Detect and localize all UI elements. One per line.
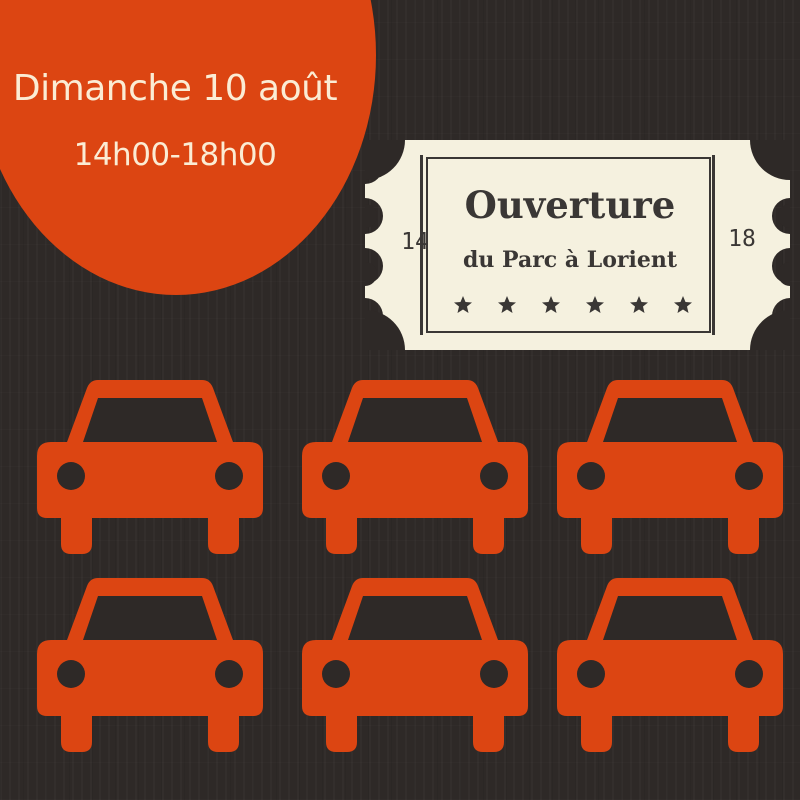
star-icon — [674, 296, 692, 313]
star-icon — [542, 296, 560, 313]
ticket-number-left: 14 — [401, 229, 429, 255]
car-icon — [35, 578, 265, 757]
car-icon — [35, 380, 265, 559]
ticket-subtitle: du Parc à Lorient — [462, 247, 678, 273]
event-date: Dimanche 10 août — [12, 68, 338, 109]
car-icon — [300, 380, 530, 559]
star-icon — [454, 296, 472, 313]
ticket-stars — [454, 296, 692, 313]
ticket-title: Ouverture — [464, 183, 676, 227]
star-icon — [586, 296, 604, 313]
car-icon — [555, 578, 785, 757]
star-icon — [630, 296, 648, 313]
ticket-number-right: 18 — [728, 226, 756, 252]
poster: Dimanche 10 août 14h00-18h00 Ouverture d… — [0, 0, 800, 800]
star-icon — [498, 296, 516, 313]
car-icon — [300, 578, 530, 757]
event-time: 14h00-18h00 — [73, 137, 277, 173]
car-icon — [555, 380, 785, 559]
